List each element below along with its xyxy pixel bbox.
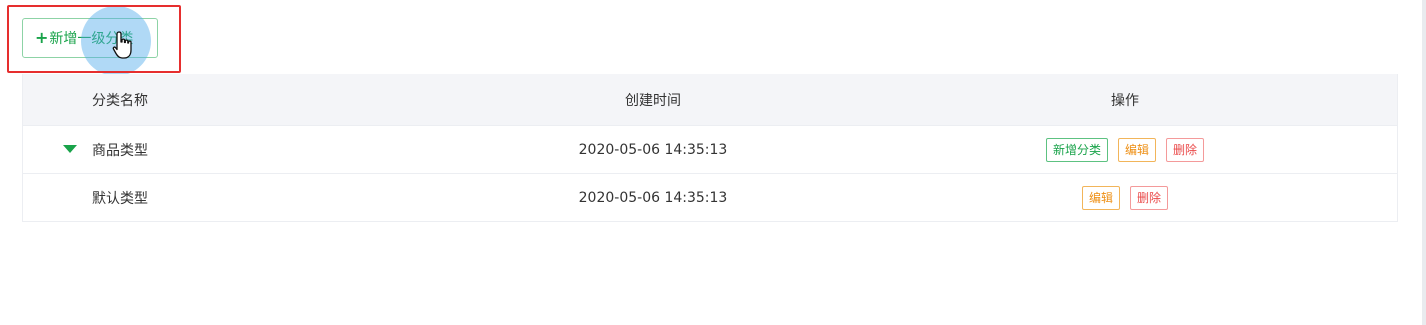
add-top-category-label: 新增一级分类 — [49, 31, 134, 47]
add-top-category-button[interactable]: + 新增一级分类 — [22, 18, 158, 58]
category-name: 默认类型 — [92, 190, 148, 207]
delete-button[interactable]: 删除 — [1130, 185, 1169, 210]
edit-button[interactable]: 编辑 — [1081, 185, 1120, 210]
created-at: 2020-05-06 14:35:13 — [578, 141, 728, 158]
header-created-at: 创建时间 — [625, 92, 681, 109]
created-at: 2020-05-06 14:35:13 — [578, 189, 728, 206]
plus-icon: + — [35, 28, 49, 47]
table-row: 默认类型 2020-05-06 14:35:13 编辑 删除 — [23, 174, 1397, 221]
header-actions: 操作 — [1111, 92, 1139, 109]
edit-button[interactable]: 编辑 — [1117, 137, 1156, 162]
delete-button[interactable]: 删除 — [1166, 137, 1205, 162]
add-subcategory-button[interactable]: 新增分类 — [1045, 137, 1108, 162]
caret-down-icon[interactable] — [63, 145, 77, 153]
category-name: 商品类型 — [92, 142, 148, 159]
scrollbar-track[interactable] — [1422, 0, 1426, 325]
category-table: 分类名称 创建时间 操作 商品类型 2020-05-06 14:35:13 新增… — [22, 74, 1398, 222]
table-header: 分类名称 创建时间 操作 — [23, 74, 1397, 126]
header-category-name: 分类名称 — [92, 92, 148, 109]
table-row: 商品类型 2020-05-06 14:35:13 新增分类 编辑 删除 — [23, 126, 1397, 174]
category-management-page: + 新增一级分类 分类名称 创建时间 操作 商品类型 2020-05-06 14… — [0, 0, 1426, 325]
